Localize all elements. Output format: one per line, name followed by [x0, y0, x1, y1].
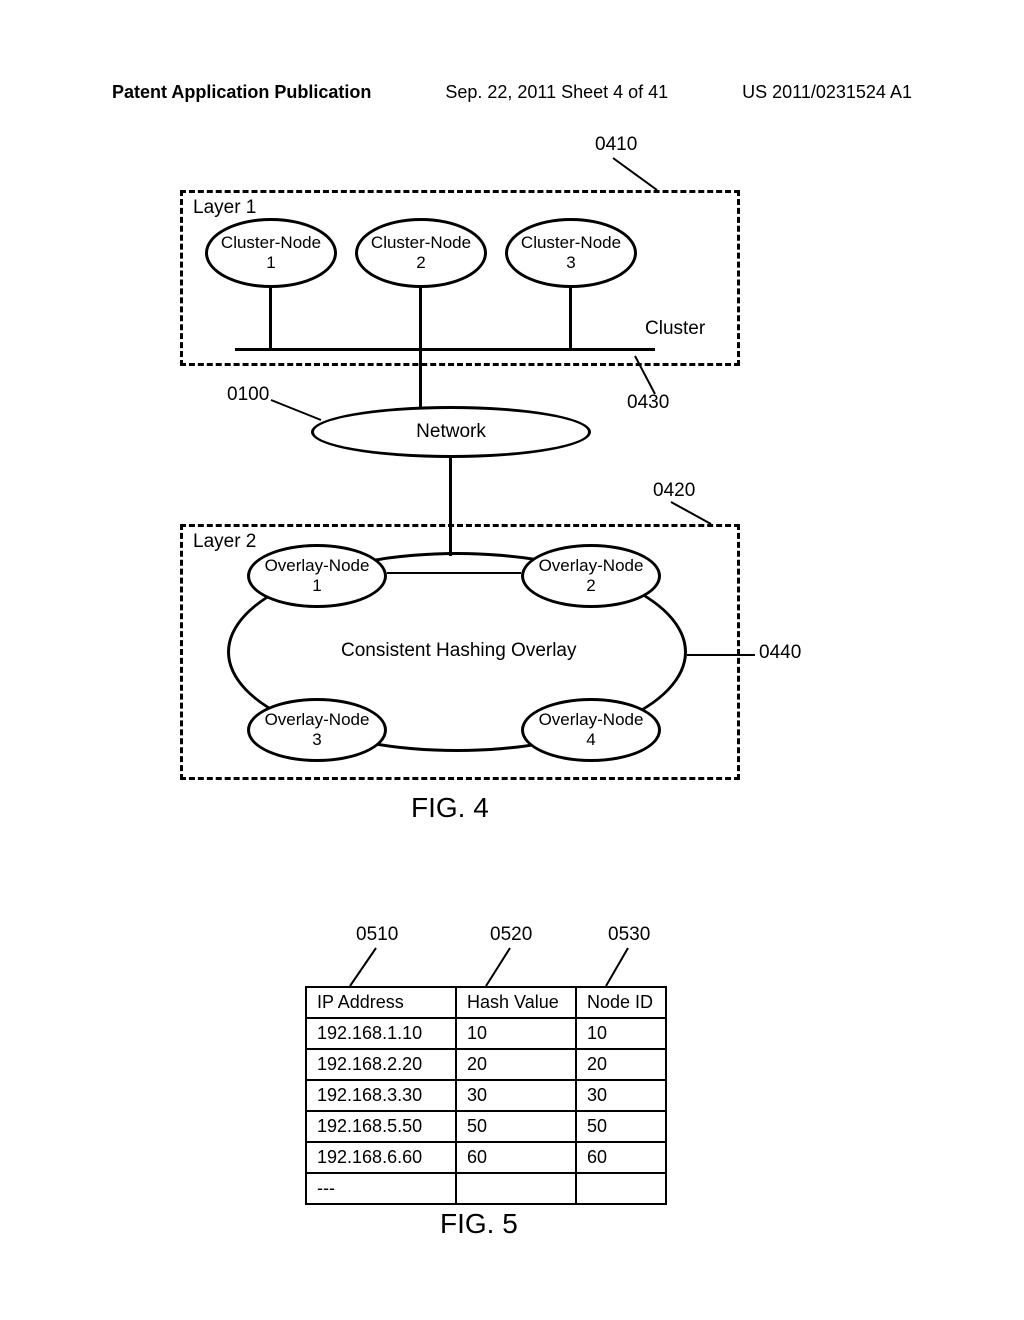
overlay-node-4-label: Overlay-Node 4 [539, 710, 644, 749]
cell-node: 10 [576, 1018, 666, 1049]
cell-node: 20 [576, 1049, 666, 1080]
cell-hash: 30 [456, 1080, 576, 1111]
cluster-node-1: Cluster-Node 1 [205, 218, 337, 288]
cell-ip: 192.168.5.50 [306, 1111, 456, 1142]
bus-to-network [419, 351, 422, 407]
on-top-link [387, 572, 521, 574]
table-row: 192.168.6.60 60 60 [306, 1142, 666, 1173]
table-header-row: IP Address Hash Value Node ID [306, 987, 666, 1018]
col-hash-header: Hash Value [456, 987, 576, 1018]
table-row: 192.168.5.50 50 50 [306, 1111, 666, 1142]
page: Patent Application Publication Sep. 22, … [0, 0, 1024, 1320]
header-left: Patent Application Publication [112, 82, 371, 103]
cluster-node-3-label: Cluster-Node 3 [521, 233, 621, 272]
cluster-bus [235, 348, 655, 351]
cell-node: 60 [576, 1142, 666, 1173]
lead-0410 [595, 154, 659, 194]
cell-hash: 50 [456, 1111, 576, 1142]
network-label: Network [416, 421, 486, 443]
network: Network [311, 406, 591, 458]
lead-0420 [655, 498, 715, 530]
overlay-node-2-label: Overlay-Node 2 [539, 556, 644, 595]
ref-0410: 0410 [595, 134, 637, 156]
cell-ip: 192.168.6.60 [306, 1142, 456, 1173]
cell-hash [456, 1173, 576, 1204]
lead-0430 [633, 354, 683, 402]
overlay-caption: Consistent Hashing Overlay [341, 640, 577, 662]
cell-hash: 10 [456, 1018, 576, 1049]
ref-0510: 0510 [356, 924, 398, 946]
cell-ip: --- [306, 1173, 456, 1204]
lead-0520 [480, 944, 520, 988]
overlay-node-3-label: Overlay-Node 3 [265, 710, 370, 749]
fig5-caption: FIG. 5 [440, 1208, 518, 1240]
ref-0440: 0440 [759, 642, 801, 664]
layer1-label: Layer 1 [193, 197, 256, 219]
table-row: 192.168.3.30 30 30 [306, 1080, 666, 1111]
overlay-node-1-label: Overlay-Node 1 [265, 556, 370, 595]
cn2-drop [419, 288, 422, 348]
lead-0100 [267, 398, 327, 426]
table-row: 192.168.1.10 10 10 [306, 1018, 666, 1049]
cluster-node-2: Cluster-Node 2 [355, 218, 487, 288]
table-row: --- [306, 1173, 666, 1204]
cell-ip: 192.168.2.20 [306, 1049, 456, 1080]
figure-4: Layer 1 Cluster-Node 1 Cluster-Node 2 Cl… [155, 140, 755, 790]
ref-0520: 0520 [490, 924, 532, 946]
col-ip-header: IP Address [306, 987, 456, 1018]
cell-hash: 20 [456, 1049, 576, 1080]
lead-0510 [344, 944, 384, 988]
overlay-node-2: Overlay-Node 2 [521, 544, 661, 608]
overlay-node-3: Overlay-Node 3 [247, 698, 387, 762]
overlay-node-1: Overlay-Node 1 [247, 544, 387, 608]
cell-ip: 192.168.1.10 [306, 1018, 456, 1049]
cell-node: 30 [576, 1080, 666, 1111]
cluster-node-2-label: Cluster-Node 2 [371, 233, 471, 272]
table-row: 192.168.2.20 20 20 [306, 1049, 666, 1080]
ref-0530: 0530 [608, 924, 650, 946]
layer2-label: Layer 2 [193, 531, 256, 553]
cell-hash: 60 [456, 1142, 576, 1173]
cluster-node-1-label: Cluster-Node 1 [221, 233, 321, 272]
cn3-drop [569, 288, 572, 348]
overlay-node-4: Overlay-Node 4 [521, 698, 661, 762]
cell-node [576, 1173, 666, 1204]
cluster-node-3: Cluster-Node 3 [505, 218, 637, 288]
col-node-header: Node ID [576, 987, 666, 1018]
lead-0530 [600, 944, 640, 988]
lead-0440 [687, 654, 755, 656]
cn1-drop [269, 288, 272, 348]
cell-ip: 192.168.3.30 [306, 1080, 456, 1111]
page-header: Patent Application Publication Sep. 22, … [0, 82, 1024, 103]
fig5-table: IP Address Hash Value Node ID 192.168.1.… [305, 986, 667, 1205]
ref-0100: 0100 [227, 384, 269, 406]
cell-node: 50 [576, 1111, 666, 1142]
header-right: US 2011/0231524 A1 [742, 82, 912, 103]
cluster-label: Cluster [645, 318, 705, 340]
fig4-caption: FIG. 4 [411, 792, 489, 824]
header-center: Sep. 22, 2011 Sheet 4 of 41 [445, 82, 668, 103]
